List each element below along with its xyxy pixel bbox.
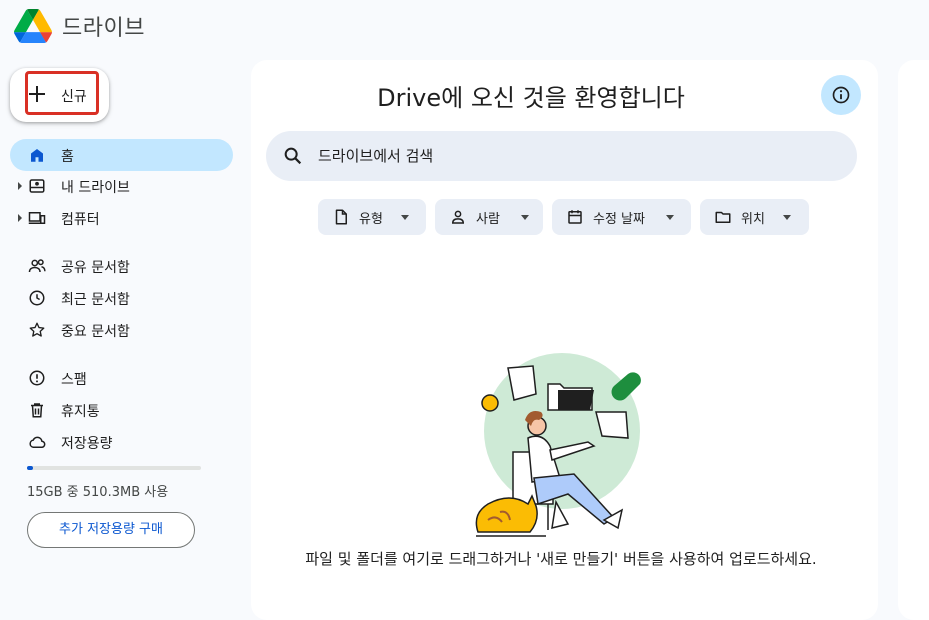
cloud-icon	[29, 436, 46, 448]
new-button-label: 신규	[61, 89, 87, 105]
drive-logo-icon[interactable]	[14, 9, 52, 43]
chevron-down-icon	[401, 215, 409, 220]
trash-icon	[31, 403, 43, 418]
filter-chip-label: 유형	[359, 212, 383, 227]
file-icon	[335, 209, 347, 225]
filter-chip-people[interactable]: 사람	[435, 199, 543, 235]
sidebar-item-label: 중요 문서함	[61, 324, 130, 340]
filter-chip-label: 사람	[476, 212, 500, 227]
info-icon	[832, 86, 850, 104]
calendar-icon	[568, 210, 582, 224]
expand-caret-icon[interactable]	[18, 214, 22, 222]
chevron-down-icon	[666, 215, 674, 220]
sidebar-item-label: 홈	[61, 149, 74, 165]
sidebar-item-home[interactable]: 홈	[10, 139, 233, 171]
shared-icon	[28, 259, 46, 273]
sidebar-item-label: 최근 문서함	[61, 292, 130, 308]
search-icon[interactable]	[282, 145, 304, 167]
expand-caret-icon[interactable]	[18, 182, 22, 190]
sidebar-item-label: 공유 문서함	[61, 260, 130, 276]
sidebar-item-label: 저장용량	[61, 436, 113, 452]
filter-chip-label: 위치	[741, 212, 765, 227]
filter-chip-modified[interactable]: 수정 날짜	[552, 199, 691, 235]
chevron-down-icon	[783, 215, 791, 220]
spam-icon	[29, 370, 45, 386]
search-input[interactable]	[318, 146, 818, 166]
side-panel	[898, 60, 929, 620]
sidebar-item-computers[interactable]: 컴퓨터	[10, 202, 233, 234]
home-icon	[31, 149, 43, 162]
sidebar-item-recent[interactable]: 최근 문서함	[10, 282, 233, 314]
sidebar-item-spam[interactable]: 스팸	[10, 362, 233, 394]
filter-chip-type[interactable]: 유형	[318, 199, 426, 235]
filter-chip-location[interactable]: 위치	[700, 199, 809, 235]
storage-usage-bar	[27, 466, 201, 470]
filter-chip-label: 수정 날짜	[593, 212, 645, 227]
star-icon	[29, 322, 45, 337]
chevron-down-icon	[521, 215, 529, 220]
my-drive-icon	[29, 179, 45, 193]
plus-icon	[29, 86, 45, 102]
page-title: Drive에 오신 것을 환영합니다	[377, 84, 685, 112]
app-title: 드라이브	[62, 16, 145, 41]
empty-state-text: 파일 및 폴더를 여기로 드래그하거나 '새로 만들기' 버튼을 사용하여 업로…	[305, 550, 817, 568]
sidebar-item-trash[interactable]: 휴지통	[10, 394, 233, 426]
storage-usage-text: 15GB 중 510.3MB 사용	[27, 485, 169, 500]
sidebar-item-my-drive[interactable]: 내 드라이브	[10, 170, 233, 202]
person-icon	[451, 210, 465, 224]
empty-state-illustration	[475, 353, 641, 537]
storage-usage-fill	[27, 466, 33, 470]
sidebar-item-label: 내 드라이브	[61, 180, 130, 196]
clock-icon	[29, 290, 45, 306]
sidebar-item-starred[interactable]: 중요 문서함	[10, 314, 233, 346]
sidebar-item-label: 컴퓨터	[61, 212, 100, 228]
sidebar-item-label: 휴지통	[61, 404, 100, 420]
folder-icon	[715, 211, 731, 223]
sidebar-item-storage[interactable]: 저장용량	[10, 426, 233, 458]
sidebar-item-label: 스팸	[61, 372, 87, 388]
sidebar-item-shared[interactable]: 공유 문서함	[10, 250, 233, 282]
buy-storage-button[interactable]: 추가 저장용량 구매	[27, 512, 195, 548]
computers-icon	[28, 212, 46, 224]
